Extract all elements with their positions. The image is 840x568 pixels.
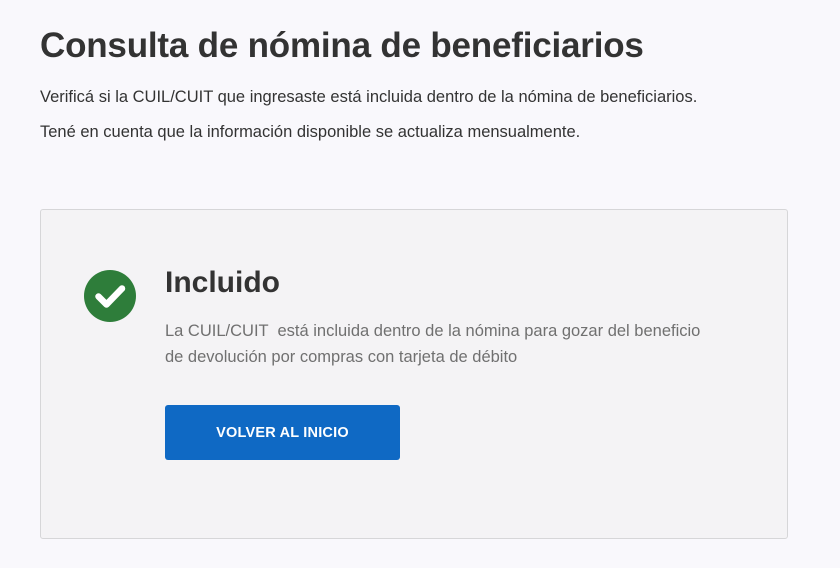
back-to-home-button[interactable]: VOLVER AL INICIO <box>165 405 400 460</box>
result-description: La CUIL/CUIT está incluida dentro de la … <box>165 322 701 366</box>
intro-text-line-1: Verificá si la CUIL/CUIT que ingresaste … <box>40 88 698 106</box>
result-status-title: Incluido <box>165 266 280 299</box>
result-card: Incluido La CUIL/CUIT está incluida dent… <box>40 209 788 539</box>
page-title: Consulta de nómina de beneficiarios <box>40 26 644 65</box>
check-circle-icon <box>84 270 136 322</box>
intro-text-line-2: Tené en cuenta que la información dispon… <box>40 123 581 141</box>
